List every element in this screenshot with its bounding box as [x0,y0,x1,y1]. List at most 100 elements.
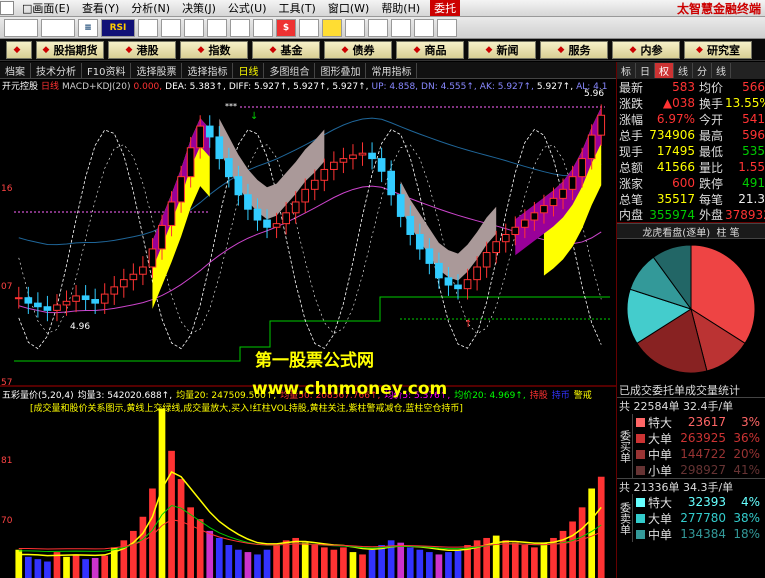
nav-button[interactable]: ◆ 服务 [540,40,608,59]
volume-bar [225,545,233,578]
dragon-tabs[interactable]: 柱 笔 [716,224,739,239]
quote-value: 6.97% [656,112,695,126]
nav-label: 研究室 [706,43,740,57]
menu-item[interactable]: 决策(J) [176,0,222,16]
menu-item[interactable]: 公式(U) [222,0,273,16]
volume-bar [559,530,567,578]
toolbar-icon-9[interactable] [299,18,319,37]
candle [24,297,33,304]
stat-row: 大单 277780 38% [633,510,765,526]
toolbar-icon-14[interactable] [414,18,434,37]
analysis-tab[interactable]: 选择指标 [182,62,234,78]
watermark-url: www.chnmoney.com [252,379,448,399]
toolbar-icon-11[interactable] [345,18,365,37]
color-swatch [636,529,645,539]
quote-tab[interactable]: 线 [674,63,693,78]
candle [540,205,548,214]
menu-item[interactable]: 窗口(W) [322,0,375,16]
price-tick: 07 [1,282,12,292]
analysis-tab[interactable]: 常用指标 [366,62,418,78]
arrow-icon: ◆ [13,44,21,55]
quote-tab[interactable]: 线 [712,63,731,78]
arrow-icon: ◆ [42,44,50,55]
quote-tab[interactable]: 权 [655,63,674,78]
color-swatch [636,497,645,507]
toolbar-icon-10[interactable] [322,18,342,37]
nav-label: 商品 [424,43,447,57]
nav-button[interactable]: ◆ 债券 [324,40,392,59]
nav-button[interactable]: ◆ 指数 [180,40,248,59]
analysis-tab[interactable]: 多图组合 [264,62,316,78]
toolbar-icon-6[interactable] [207,18,227,37]
watermark-title: 第一股票公式网 [255,351,374,371]
candle [91,299,100,304]
analysis-tab[interactable]: 图形叠加 [315,62,367,78]
toolbar-icon-3[interactable] [138,18,158,37]
menu-item[interactable]: 工具(T) [273,0,322,16]
bear-ribbon [219,118,325,220]
candle [301,188,310,203]
quote-value: 355974 [649,207,695,222]
stat-name: 大单 [648,511,673,526]
nav-button[interactable]: ◆ 港股 [108,40,176,59]
nav-button[interactable]: ◆ 商品 [396,40,464,59]
toolbar-icon-1[interactable] [4,18,38,37]
quote-tab[interactable]: 日 [636,63,655,78]
toolbar-icon-2[interactable] [41,18,75,37]
candle [454,284,462,290]
menu-item[interactable]: 查看(Y) [76,0,125,16]
candle [463,279,472,290]
volume-bar [215,537,223,578]
nav-button[interactable]: ◆ 内参 [612,40,680,59]
readout-value: UP: 4.858, [372,82,419,92]
analysis-tab[interactable]: 选择股票 [131,62,183,78]
nav-button[interactable]: ◆ 研究室 [684,40,752,59]
quote-row: 最新 583 均价 566 [617,79,765,95]
menu-item[interactable]: □画面(E) [16,0,76,16]
rsi-icon[interactable]: RSI [101,18,135,37]
buy-label: 委买单 [617,414,633,478]
list-icon[interactable]: ≡ [78,18,98,37]
indicator-name: MACD+KDJ(20) [62,82,130,92]
candle [224,158,233,178]
nav-button[interactable]: ◆ 基金 [252,40,320,59]
volume-tick: 70 [1,516,13,526]
quote-rows: 最新 583 均价 566 涨跌 ▲038 换手13.55% 涨幅 6.97% 今开 541 总手 73… [617,79,765,223]
quote-label: 每笔 [699,192,724,207]
analysis-tab[interactable]: F10资料 [82,62,132,78]
nav-button[interactable]: ◆ 股指期货 [36,40,104,59]
toolbar-icon-8[interactable] [253,18,273,37]
menu-item[interactable]: 分析(N) [125,0,176,16]
toolbar-icon-12[interactable] [368,18,388,37]
nav-button[interactable]: ◆ 新闻 [468,40,536,59]
dragon-tiger-header[interactable]: 龙虎看盘(逐单) 柱 笔 [617,223,765,239]
candle [234,176,243,196]
quote-label: 总手 [619,128,644,143]
candle [358,152,367,156]
nav-button[interactable]: ◆ [6,40,32,59]
candle [520,219,529,228]
toolbar-icon-13[interactable] [391,18,411,37]
quote-tab[interactable]: 标 [617,63,636,78]
stat-value: 23617 [687,415,726,429]
menu-item[interactable]: 帮助(H) [375,0,426,16]
volume-readout: 均量3: 542020.688↑, [78,389,172,401]
volume-bar [426,552,433,578]
analysis-tab[interactable]: 档案 [0,62,31,78]
analysis-tab[interactable]: 技术分析 [31,62,82,78]
toolbar-icon-7[interactable] [230,18,250,37]
trade-menu[interactable]: 委托 [430,0,461,16]
candle [587,134,596,160]
dollar-icon[interactable]: $ [276,18,296,37]
analysis-tab[interactable]: 日线 [233,62,265,78]
toolbar-icon-5[interactable] [184,18,204,37]
toolbar-icon-15[interactable] [437,18,457,37]
quote-tab[interactable]: 分 [693,63,712,78]
stat-name: 特大 [648,415,673,430]
toolbar-icon-4[interactable] [161,18,181,37]
app-icon [0,1,14,15]
quote-label: 最低 [699,144,724,159]
volume-bar [397,542,405,578]
kline-chart[interactable]: 开元控股 日线 MACD+KDJ(20) 0.000, DEA: 5.383↑, DIFF… [0,79,616,578]
quote-value: 35517 [656,192,695,206]
